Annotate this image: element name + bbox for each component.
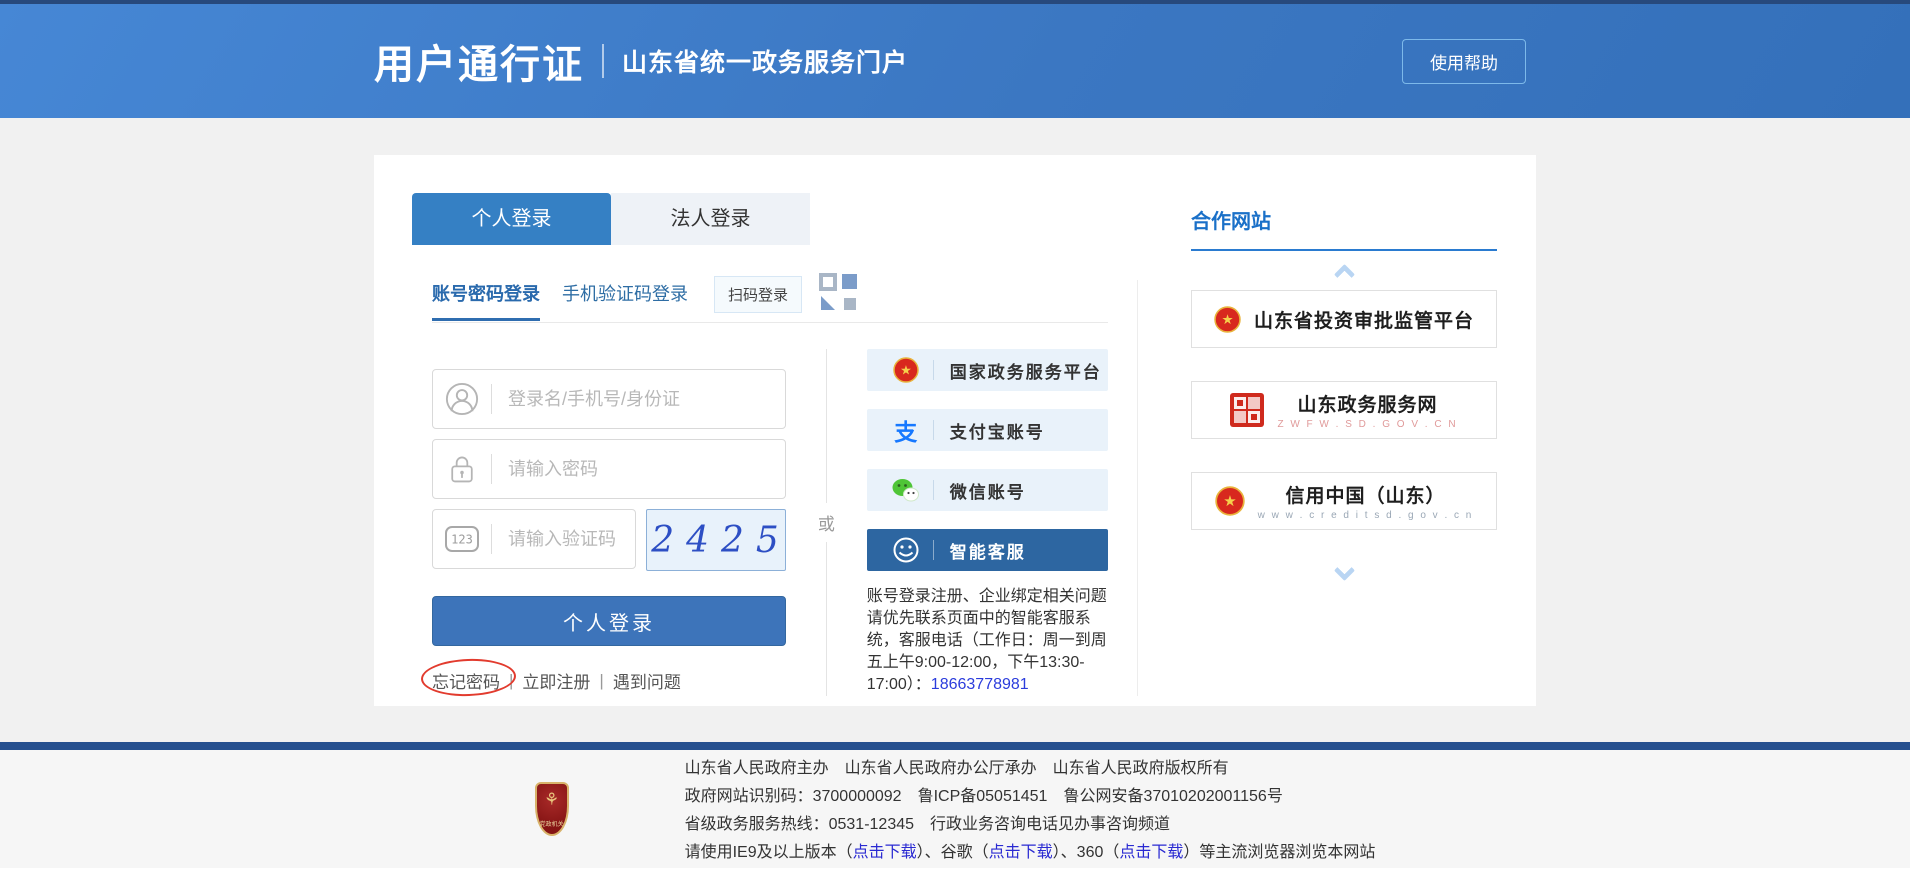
method-scan-qr[interactable]: 扫码登录	[714, 276, 802, 313]
partner-card-url: w w w . c r e d i t s d . g o v . c n	[1258, 510, 1474, 521]
main-area: 个人登录 法人登录 账号密码登录 手机验证码登录 扫码登录	[0, 118, 1910, 742]
red-seal-icon	[1230, 393, 1264, 427]
svg-text:★: ★	[900, 363, 912, 378]
site-title: 用户通行证	[374, 32, 584, 90]
footer-divider-bar	[0, 742, 1910, 750]
login-area: 账号密码登录 手机验证码登录 扫码登录	[432, 280, 1138, 696]
username-input[interactable]	[492, 389, 785, 410]
badge-label: 党政机关	[537, 819, 567, 828]
captcha-image[interactable]: 2425	[646, 509, 786, 571]
national-emblem-icon: ★	[1215, 486, 1245, 516]
login-panel: 个人登录 法人登录 账号密码登录 手机验证码登录 扫码登录	[374, 155, 1536, 706]
national-emblem-icon: ★	[1214, 306, 1241, 333]
register-now-link[interactable]: 立即注册	[522, 668, 590, 693]
method-account-password[interactable]: 账号密码登录	[432, 280, 540, 321]
brand: 用户通行证 山东省统一政务服务门户	[374, 32, 908, 90]
login-methods: 账号密码登录 手机验证码登录 扫码登录	[432, 280, 1108, 323]
footer-line-sponsor: 山东省人民政府主办 山东省人民政府办公厅承办 山东省人民政府版权所有	[685, 755, 1376, 783]
wechat-icon	[891, 478, 921, 502]
download-ie-link[interactable]: 点击下载	[853, 844, 917, 861]
login-links: 忘记密码 | 立即注册 | 遇到问题	[432, 668, 786, 693]
brand-divider	[602, 44, 604, 78]
third-party-login: ★ 国家政务服务平台 支 支付宝账号	[867, 349, 1108, 696]
have-problem-link[interactable]: 遇到问题	[613, 668, 681, 693]
footer-line-icp: 政府网站识别码：3700000092 鲁ICP备05051451 鲁公网安备37…	[685, 783, 1376, 811]
captcha-input[interactable]	[492, 529, 635, 550]
or-divider: 或	[786, 349, 867, 696]
qr-code-icon[interactable]	[818, 272, 858, 317]
alipay-login-button[interactable]: 支 支付宝账号	[867, 409, 1108, 451]
partner-card-zwfw[interactable]: 山东政务服务网 Z W F W . S D . G O V . C N	[1191, 381, 1497, 439]
tab-personal-login[interactable]: 个人登录	[412, 193, 611, 245]
footer-line-hotline: 省级政务服务热线：0531-12345 行政业务咨询电话见办事咨询频道	[685, 811, 1376, 839]
captcha-123-icon: 123	[433, 526, 491, 552]
method-sms-code[interactable]: 手机验证码登录	[562, 280, 688, 318]
help-button[interactable]: 使用帮助	[1402, 39, 1526, 84]
username-field-box	[432, 369, 786, 429]
customer-service-notice: 账号登录注册、企业绑定相关问题请优先联系页面中的智能客服系统，客服电话（工作日：…	[867, 586, 1108, 696]
download-360-link[interactable]: 点击下载	[1119, 844, 1183, 861]
header: 用户通行证 山东省统一政务服务门户 使用帮助	[0, 0, 1910, 118]
customer-service-icon	[891, 536, 921, 564]
lock-icon	[433, 453, 491, 485]
password-field-box	[432, 439, 786, 499]
chevron-down-icon[interactable]	[1333, 560, 1354, 581]
footer: ⚘ 党政机关 山东省人民政府主办 山东省人民政府办公厅承办 山东省人民政府版权所…	[0, 750, 1910, 868]
svg-text:123: 123	[451, 533, 473, 547]
captcha-field-box: 123	[432, 509, 636, 569]
svg-text:★: ★	[1221, 312, 1233, 327]
partner-card-credit-china[interactable]: ★ 信用中国（山东） w w w . c r e d i t s d . g o…	[1191, 472, 1497, 530]
site-subtitle: 山东省统一政务服务门户	[622, 43, 908, 79]
partner-card-url: Z W F W . S D . G O V . C N	[1277, 419, 1457, 430]
alipay-icon: 支	[891, 413, 921, 447]
wechat-login-button[interactable]: 微信账号	[867, 469, 1108, 511]
partner-sites-title: 合作网站	[1191, 205, 1497, 251]
national-emblem-icon: ★	[891, 357, 921, 383]
footer-line-browser: 请使用IE9及以上版本（点击下载）、谷歌（点击下载）、360（点击下载）等主流浏…	[685, 839, 1376, 867]
forgot-password-link[interactable]: 忘记密码	[432, 673, 500, 692]
national-gov-platform-button[interactable]: ★ 国家政务服务平台	[867, 349, 1108, 391]
download-chrome-link[interactable]: 点击下载	[989, 844, 1053, 861]
login-form: 123 2425 个人登录 忘记密码	[432, 349, 786, 696]
or-text: 或	[818, 503, 835, 542]
smart-customer-service-button[interactable]: 智能客服	[867, 529, 1108, 571]
gov-agency-badge-icon[interactable]: ⚘ 党政机关	[535, 782, 569, 836]
service-phone-link[interactable]: 18663778981	[931, 676, 1029, 693]
personal-login-button[interactable]: 个人登录	[432, 596, 786, 646]
chevron-up-icon[interactable]	[1333, 264, 1354, 285]
partner-card-investment-platform[interactable]: ★ 山东省投资审批监管平台	[1191, 290, 1497, 348]
tab-legal-person-login[interactable]: 法人登录	[611, 193, 810, 245]
partner-sites: 合作网站 ★ 山东省投资审批监管平台	[1191, 205, 1497, 578]
password-input[interactable]	[492, 459, 785, 480]
svg-text:★: ★	[1223, 493, 1236, 510]
user-icon	[433, 382, 491, 416]
